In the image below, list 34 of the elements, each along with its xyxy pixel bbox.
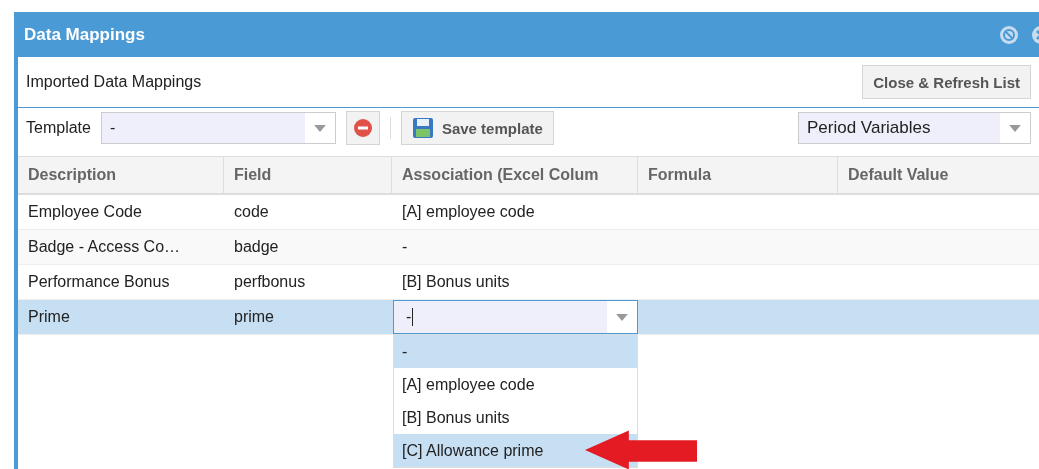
table-cell: -: [402, 238, 408, 256]
dropdown-option[interactable]: [A] employee code: [394, 368, 637, 401]
table-cell: perfbonus: [234, 273, 306, 291]
table-cell: Prime: [28, 308, 70, 326]
period-dropdown[interactable]: Period Variables: [798, 112, 1031, 144]
column-header[interactable]: Formula: [638, 157, 838, 193]
caret-icon: [616, 313, 628, 321]
minus-icon: [352, 118, 373, 138]
caret-icon: [1009, 124, 1021, 132]
minimize-icon[interactable]: [999, 24, 1019, 45]
close-refresh-button[interactable]: Close & Refresh List: [862, 65, 1031, 99]
table-cell: badge: [234, 238, 279, 256]
table-cell: [A] employee code: [402, 203, 535, 221]
caret-icon: [313, 124, 326, 132]
save-template-button[interactable]: Save template: [400, 111, 554, 145]
table-cell: [B] Bonus units: [402, 273, 510, 291]
table-cell: Employee Code: [28, 203, 142, 221]
table-row[interactable]: Badge - Access Co… badge -: [18, 230, 1039, 265]
delete-button[interactable]: [345, 111, 380, 145]
template-label: Template: [26, 119, 91, 137]
table-cell: code: [234, 203, 269, 221]
dropdown-option[interactable]: -: [394, 335, 637, 368]
template-dropdown[interactable]: -: [100, 112, 336, 144]
association-dropdown[interactable]: -: [393, 300, 638, 334]
table-cell: Performance Bonus: [28, 273, 170, 291]
column-header[interactable]: Description: [18, 157, 224, 193]
column-header[interactable]: Association (Excel Colum: [392, 157, 638, 193]
subtitle: Imported Data Mappings: [26, 73, 202, 91]
column-header[interactable]: Field: [224, 157, 392, 193]
table-cell: prime: [234, 308, 274, 326]
column-header[interactable]: Default Value: [838, 157, 1039, 193]
dropdown-option[interactable]: [B] Bonus units: [394, 401, 637, 434]
table-cell: Badge - Access Co…: [28, 238, 181, 256]
window-title: Data Mappings: [23, 24, 145, 45]
